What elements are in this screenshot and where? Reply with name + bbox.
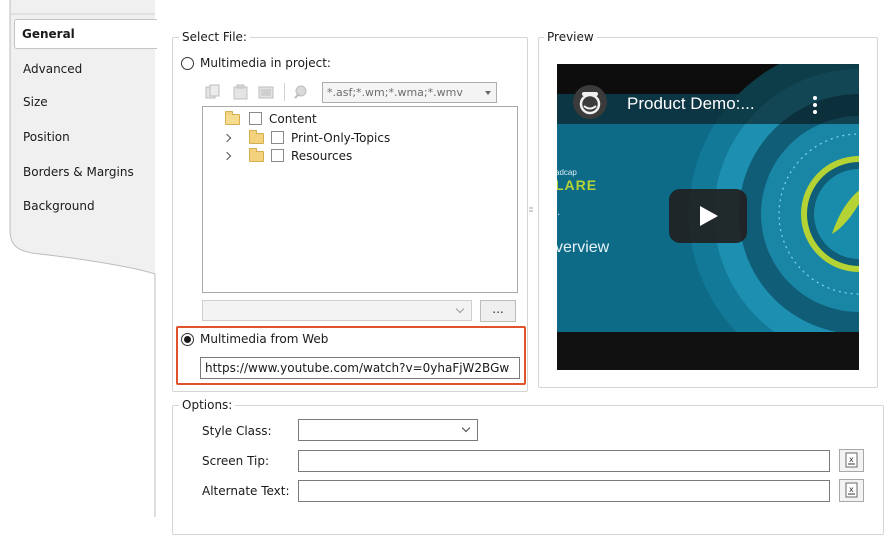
folder-icon [249, 148, 264, 162]
multimedia-in-project-radio[interactable] [181, 57, 194, 70]
file-filter-value: *.asf;*.wm;*.wma;*.wmv [327, 86, 463, 99]
screen-tip-edit-button[interactable]: x [839, 449, 864, 472]
tree-checkbox[interactable] [249, 112, 262, 125]
text-edit-icon: x [845, 452, 858, 468]
tab-size[interactable]: Size [10, 87, 156, 117]
chevron-right-icon[interactable] [222, 133, 232, 143]
splitter-grip-icon[interactable] [529, 205, 533, 215]
chevron-down-icon [461, 423, 471, 433]
options-legend: Options: [179, 398, 236, 412]
open-folder-icon [225, 111, 240, 125]
video-preview[interactable]: Product Demo:... adcap LARE . verview [557, 64, 859, 370]
more-vert-icon[interactable] [811, 94, 819, 116]
brand-name-text: LARE [557, 177, 598, 193]
tree-item-label: Print-Only-Topics [291, 131, 391, 145]
chevron-right-icon[interactable] [222, 151, 232, 161]
multimedia-from-web-radio[interactable] [181, 333, 194, 346]
tab-background[interactable]: Background [10, 191, 156, 221]
style-class-select[interactable] [298, 419, 478, 441]
file-filter-select[interactable]: *.asf;*.wm;*.wma;*.wmv [322, 82, 497, 103]
web-url-input[interactable]: https://www.youtube.com/watch?v=0yhaFjW2… [200, 357, 520, 379]
multimedia-in-project-label: Multimedia in project: [200, 56, 331, 70]
chevron-down-icon [455, 304, 465, 314]
svg-text:x: x [849, 455, 854, 464]
paste-icon[interactable] [232, 84, 249, 100]
multimedia-from-web-label: Multimedia from Web [200, 332, 329, 346]
channel-avatar-icon[interactable] [572, 84, 608, 120]
toolbar-separator [284, 83, 285, 101]
brand-dot-text: . [557, 207, 561, 218]
tab-general[interactable]: General [14, 19, 157, 49]
alternate-text-input[interactable] [298, 480, 830, 502]
tab-position[interactable]: Position [10, 122, 156, 152]
tree-item-label: Content [269, 112, 317, 126]
tab-background-label: Background [23, 199, 95, 213]
tab-advanced[interactable]: Advanced [10, 54, 156, 84]
pin-icon[interactable] [292, 84, 309, 100]
screen-tip-input[interactable] [298, 450, 830, 472]
video-title: Product Demo:... [627, 94, 755, 113]
tab-advanced-label: Advanced [23, 62, 83, 76]
screen-tip-label: Screen Tip: [202, 454, 270, 468]
play-button-icon[interactable] [669, 189, 747, 243]
tree-checkbox[interactable] [271, 131, 284, 144]
tab-size-label: Size [23, 95, 48, 109]
select-file-legend: Select File: [179, 30, 250, 44]
tab-general-label: General [22, 27, 75, 41]
svg-text:x: x [849, 485, 854, 494]
file-tree[interactable]: Content Print-Only-Topics Resources [202, 106, 518, 293]
browse-button[interactable]: ... [480, 300, 516, 322]
web-url-value: https://www.youtube.com/watch?v=0yhaFjW2… [205, 361, 510, 375]
brand-top-text: adcap [557, 168, 577, 177]
overview-text: verview [557, 239, 610, 256]
style-class-label: Style Class: [202, 424, 272, 438]
preview-legend: Preview [544, 30, 597, 44]
dropdown-arrow-icon [485, 91, 491, 95]
text-edit-icon: x [845, 482, 858, 498]
tree-checkbox[interactable] [271, 149, 284, 162]
folder-icon [249, 130, 264, 144]
folder-icon[interactable] [258, 84, 275, 100]
browse-button-label: ... [492, 302, 504, 316]
project-file-select[interactable] [202, 300, 472, 321]
alternate-text-label: Alternate Text: [202, 484, 290, 498]
alternate-text-edit-button[interactable]: x [839, 479, 864, 502]
tab-position-label: Position [23, 130, 70, 144]
tab-borders-margins-label: Borders & Margins [23, 165, 134, 179]
tab-borders-margins[interactable]: Borders & Margins [10, 157, 156, 187]
copy-icon[interactable] [205, 84, 222, 100]
tree-item-label: Resources [291, 149, 353, 163]
